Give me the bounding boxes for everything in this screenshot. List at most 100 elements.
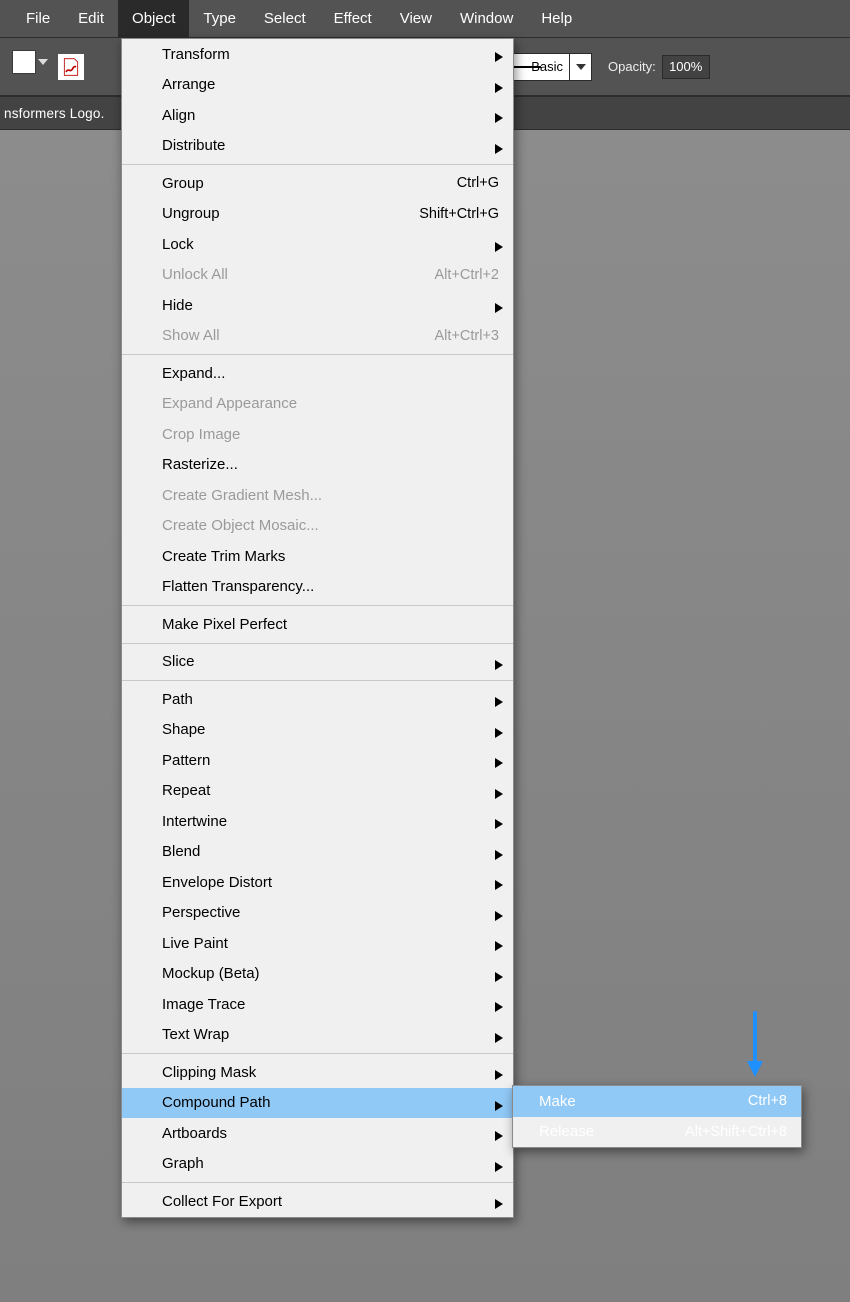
menuitem-label: Make Pixel Perfect bbox=[162, 616, 287, 633]
menuitem-label: Align bbox=[162, 107, 195, 124]
chevron-down-icon[interactable] bbox=[570, 53, 592, 81]
menuitem-text-wrap[interactable]: Text Wrap bbox=[122, 1020, 513, 1051]
menuitem-label: Repeat bbox=[162, 782, 210, 799]
menuitem-graph[interactable]: Graph bbox=[122, 1149, 513, 1180]
menuitem-label: Distribute bbox=[162, 137, 225, 154]
menuitem-shortcut: Alt+Ctrl+3 bbox=[435, 328, 499, 344]
menu-window[interactable]: Window bbox=[446, 0, 527, 37]
menuitem-flatten-transparency-[interactable]: Flatten Transparency... bbox=[122, 572, 513, 603]
menuitem-label: Artboards bbox=[162, 1125, 227, 1142]
menuitem-label: Compound Path bbox=[162, 1094, 270, 1111]
menu-view-label: View bbox=[400, 10, 432, 27]
menuitem-shape[interactable]: Shape bbox=[122, 715, 513, 746]
menuitem-label: Unlock All bbox=[162, 266, 228, 283]
menuitem-mockup-beta-[interactable]: Mockup (Beta) bbox=[122, 959, 513, 990]
menuitem-perspective[interactable]: Perspective bbox=[122, 898, 513, 929]
chevron-right-icon bbox=[495, 847, 503, 857]
submenuitem-make[interactable]: MakeCtrl+8 bbox=[513, 1086, 801, 1117]
chevron-right-icon bbox=[495, 1030, 503, 1040]
menu-file[interactable]: File bbox=[12, 0, 64, 37]
menu-effect-label: Effect bbox=[334, 10, 372, 27]
chevron-right-icon bbox=[495, 1196, 503, 1206]
object-dropdown-menu: TransformArrange Align Distribute GroupCtrl… bbox=[121, 38, 514, 1218]
menuitem-collect-for-export[interactable]: Collect For Export bbox=[122, 1186, 513, 1217]
menuitem-lock[interactable]: Lock bbox=[122, 229, 513, 260]
chevron-right-icon bbox=[495, 1128, 503, 1138]
document-tab-title: nsformers Logo. bbox=[4, 106, 105, 121]
menu-separator bbox=[122, 354, 513, 355]
menuitem-label: Shape bbox=[162, 721, 205, 738]
menuitem-label: Envelope Distort bbox=[162, 874, 272, 891]
main-menubar: File Edit Object Type Select Effect View… bbox=[0, 0, 850, 38]
menuitem-transform[interactable]: Transform bbox=[122, 39, 513, 70]
menuitem-hide[interactable]: Hide bbox=[122, 290, 513, 321]
menuitem-label: Rasterize... bbox=[162, 456, 238, 473]
menuitem-live-paint[interactable]: Live Paint bbox=[122, 928, 513, 959]
menuitem-label: Expand Appearance bbox=[162, 395, 297, 412]
menu-object-label: Object bbox=[132, 10, 175, 27]
chevron-right-icon bbox=[495, 725, 503, 735]
menuitem-ungroup[interactable]: UngroupShift+Ctrl+G bbox=[122, 199, 513, 230]
opacity-input[interactable]: 100% bbox=[662, 55, 710, 79]
chevron-right-icon bbox=[495, 755, 503, 765]
chevron-right-icon bbox=[495, 786, 503, 796]
menu-view[interactable]: View bbox=[386, 0, 446, 37]
menuitem-blend[interactable]: Blend bbox=[122, 837, 513, 868]
menuitem-expand-[interactable]: Expand... bbox=[122, 358, 513, 389]
menuitem-rasterize-[interactable]: Rasterize... bbox=[122, 450, 513, 481]
menuitem-show-all: Show AllAlt+Ctrl+3 bbox=[122, 321, 513, 352]
menuitem-label: Create Object Mosaic... bbox=[162, 517, 319, 534]
document-tab[interactable]: nsformers Logo. bbox=[4, 106, 105, 121]
menuitem-pattern[interactable]: Pattern bbox=[122, 745, 513, 776]
menu-effect[interactable]: Effect bbox=[320, 0, 386, 37]
menuitem-label: Clipping Mask bbox=[162, 1064, 256, 1081]
menuitem-label: Lock bbox=[162, 236, 194, 253]
menuitem-label: Group bbox=[162, 175, 204, 192]
menuitem-path[interactable]: Path bbox=[122, 684, 513, 715]
menuitem-slice[interactable]: Slice bbox=[122, 647, 513, 678]
fill-swatch[interactable] bbox=[12, 50, 44, 84]
menu-object[interactable]: Object bbox=[118, 0, 189, 37]
menu-separator bbox=[122, 164, 513, 165]
menuitem-shortcut: Alt+Ctrl+2 bbox=[435, 267, 499, 283]
menuitem-clipping-mask[interactable]: Clipping Mask bbox=[122, 1057, 513, 1088]
opacity-value: 100% bbox=[669, 59, 702, 74]
menuitem-envelope-distort[interactable]: Envelope Distort bbox=[122, 867, 513, 898]
menuitem-make-pixel-perfect[interactable]: Make Pixel Perfect bbox=[122, 609, 513, 640]
menuitem-label: Text Wrap bbox=[162, 1026, 229, 1043]
chevron-right-icon bbox=[495, 80, 503, 90]
menu-edit[interactable]: Edit bbox=[64, 0, 118, 37]
menuitem-shortcut: Shift+Ctrl+G bbox=[419, 206, 499, 222]
chevron-right-icon bbox=[495, 816, 503, 826]
menuitem-distribute[interactable]: Distribute bbox=[122, 131, 513, 162]
compound-path-submenu: MakeCtrl+8ReleaseAlt+Shift+Ctrl+8 bbox=[512, 1085, 802, 1148]
menuitem-compound-path[interactable]: Compound Path bbox=[122, 1088, 513, 1119]
menu-select[interactable]: Select bbox=[250, 0, 320, 37]
submenuitem-label: Release bbox=[539, 1123, 594, 1140]
menuitem-create-trim-marks[interactable]: Create Trim Marks bbox=[122, 541, 513, 572]
menuitem-label: Expand... bbox=[162, 365, 225, 382]
menuitem-label: Flatten Transparency... bbox=[162, 578, 314, 595]
menu-help[interactable]: Help bbox=[527, 0, 586, 37]
menuitem-artboards[interactable]: Artboards bbox=[122, 1118, 513, 1149]
chevron-right-icon bbox=[495, 877, 503, 887]
menuitem-label: Mockup (Beta) bbox=[162, 965, 260, 982]
chevron-right-icon bbox=[495, 908, 503, 918]
menuitem-align[interactable]: Align bbox=[122, 100, 513, 131]
menuitem-repeat[interactable]: Repeat bbox=[122, 776, 513, 807]
chevron-right-icon bbox=[495, 110, 503, 120]
menu-separator bbox=[122, 1053, 513, 1054]
pdf-icon[interactable] bbox=[58, 54, 84, 80]
chevron-right-icon bbox=[495, 239, 503, 249]
chevron-right-icon bbox=[495, 1067, 503, 1077]
chevron-down-icon[interactable] bbox=[38, 53, 48, 59]
menuitem-arrange[interactable]: Arrange bbox=[122, 70, 513, 101]
menuitem-group[interactable]: GroupCtrl+G bbox=[122, 168, 513, 199]
chevron-right-icon bbox=[495, 1098, 503, 1108]
menuitem-image-trace[interactable]: Image Trace bbox=[122, 989, 513, 1020]
menuitem-label: Intertwine bbox=[162, 813, 227, 830]
submenuitem-release[interactable]: ReleaseAlt+Shift+Ctrl+8 bbox=[513, 1117, 801, 1148]
menuitem-intertwine[interactable]: Intertwine bbox=[122, 806, 513, 837]
menu-type[interactable]: Type bbox=[189, 0, 250, 37]
menuitem-crop-image: Crop Image bbox=[122, 419, 513, 450]
